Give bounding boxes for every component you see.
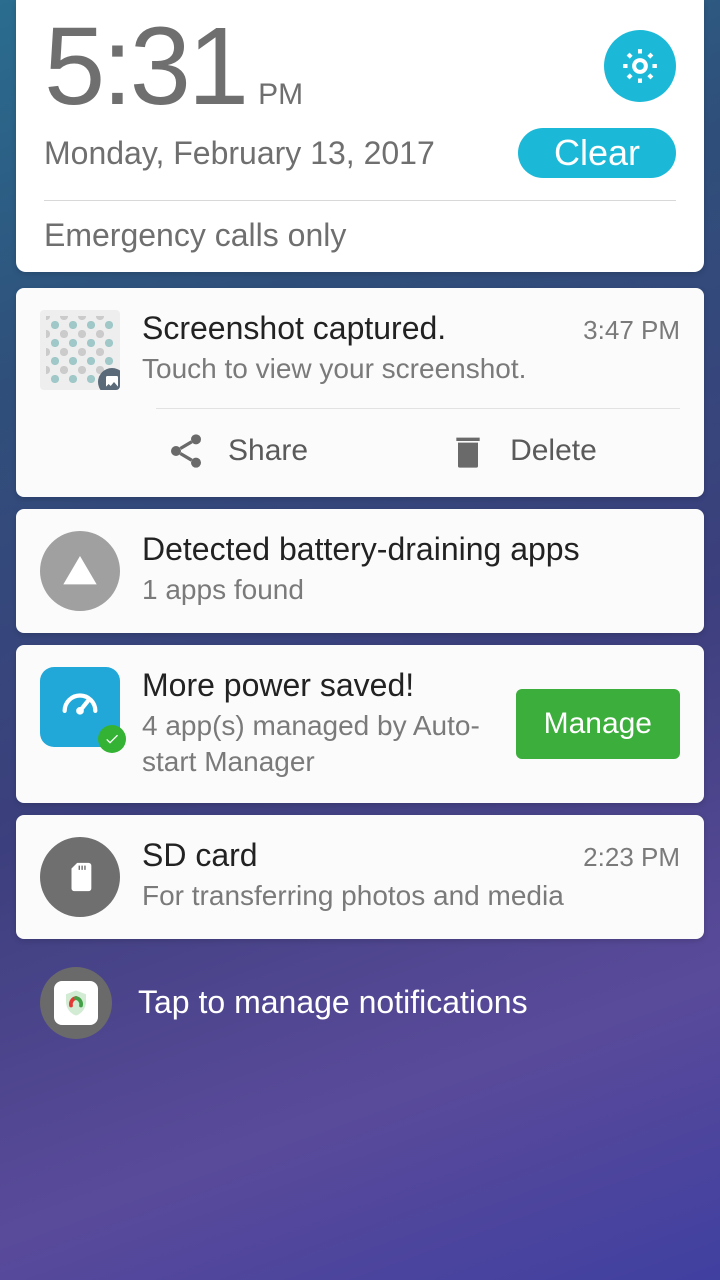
clear-button[interactable]: Clear bbox=[518, 128, 676, 178]
check-badge-icon bbox=[98, 725, 126, 753]
share-label: Share bbox=[228, 434, 308, 468]
shield-icon bbox=[54, 981, 98, 1025]
share-action[interactable]: Share bbox=[166, 431, 308, 471]
notification-subtitle: 4 app(s) managed by Auto-start Manager bbox=[142, 708, 494, 781]
notification-title: Detected battery-draining apps bbox=[142, 531, 680, 568]
screenshot-thumbnail bbox=[40, 310, 120, 390]
manage-button[interactable]: Manage bbox=[516, 689, 680, 759]
manage-notifications-row[interactable]: Tap to manage notifications bbox=[16, 951, 704, 1055]
shield-icon-wrapper bbox=[40, 967, 112, 1039]
autostart-manager-icon bbox=[40, 667, 120, 747]
notification-time: 2:23 PM bbox=[583, 842, 680, 873]
gear-icon bbox=[618, 44, 662, 88]
clock-time: 5:31 bbox=[44, 12, 246, 122]
sd-card-icon bbox=[40, 837, 120, 917]
share-icon bbox=[166, 431, 206, 471]
notification-title: Screenshot captured. bbox=[142, 310, 446, 347]
notification-time: 3:47 PM bbox=[583, 315, 680, 346]
settings-button[interactable] bbox=[604, 30, 676, 102]
clock-ampm: PM bbox=[258, 78, 303, 112]
notification-subtitle: For transferring photos and media bbox=[142, 878, 680, 914]
trash-icon bbox=[448, 431, 488, 471]
notification-sd-card[interactable]: SD card 2:23 PM For transferring photos … bbox=[16, 815, 704, 939]
notification-subtitle: Touch to view your screenshot. bbox=[142, 351, 680, 387]
notification-title: SD card bbox=[142, 837, 258, 874]
battery-warning-icon bbox=[40, 531, 120, 611]
divider bbox=[44, 200, 676, 201]
notification-shade-header: 5:31 PM Monday, February 13, 2017 Clear … bbox=[16, 0, 704, 272]
clock-block: 5:31 PM bbox=[44, 12, 303, 122]
notification-screenshot[interactable]: Screenshot captured. 3:47 PM Touch to vi… bbox=[16, 288, 704, 497]
delete-action[interactable]: Delete bbox=[448, 431, 597, 471]
date-label: Monday, February 13, 2017 bbox=[44, 135, 435, 172]
notification-title: More power saved! bbox=[142, 667, 494, 704]
delete-label: Delete bbox=[510, 434, 597, 468]
notification-subtitle: 1 apps found bbox=[142, 572, 680, 608]
notification-power-saved[interactable]: More power saved! 4 app(s) managed by Au… bbox=[16, 645, 704, 803]
network-status: Emergency calls only bbox=[44, 217, 676, 254]
image-badge-icon bbox=[98, 368, 120, 390]
manage-notifications-label: Tap to manage notifications bbox=[138, 984, 528, 1021]
notification-battery-drain[interactable]: Detected battery-draining apps 1 apps fo… bbox=[16, 509, 704, 633]
